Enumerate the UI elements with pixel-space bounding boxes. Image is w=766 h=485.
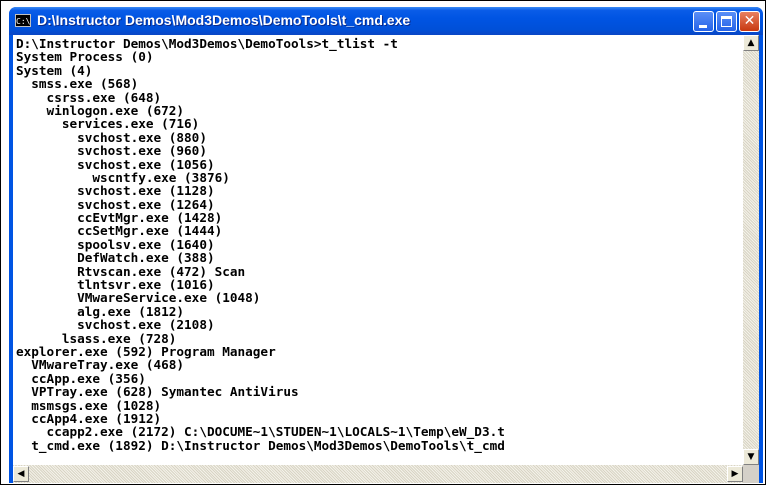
console-line: svchost.exe (1128) <box>16 183 215 199</box>
console-line: ccapp2.exe (2172) C:\DOCUME~1\STUDEN~1\L… <box>16 424 505 440</box>
console-line: tlntsvr.exe (1016) <box>16 277 215 293</box>
minimize-button[interactable] <box>693 11 714 32</box>
console-line: D:\Instructor Demos\Mod3Demos\DemoTools>… <box>16 36 398 51</box>
console-line: svchost.exe (2108) <box>16 317 215 333</box>
arrow-down-icon: ▼ <box>747 452 755 462</box>
maximize-button[interactable] <box>716 11 737 32</box>
arrow-right-icon: ▶ <box>731 469 739 479</box>
scrollbar-corner <box>743 465 759 483</box>
console-line: msmsgs.exe (1028) <box>16 397 162 413</box>
console-line: svchost.exe (960) <box>16 143 207 159</box>
console-line: svchost.exe (880) <box>16 129 207 145</box>
console-line: csrss.exe (648) <box>16 89 162 105</box>
console-line: svchost.exe (1056) <box>16 156 215 172</box>
console-line: ccApp.exe (356) <box>16 370 146 386</box>
arrow-left-icon: ◀ <box>17 469 25 479</box>
console-line: ccEvtMgr.exe (1428) <box>16 210 223 226</box>
window-title: D:\Instructor Demos\Mod3Demos\DemoTools\… <box>37 12 411 28</box>
console-output[interactable]: D:\Instructor Demos\Mod3Demos\DemoTools>… <box>13 35 743 465</box>
scroll-up-button[interactable]: ▲ <box>743 35 759 51</box>
console-line: DefWatch.exe (388) <box>16 250 215 266</box>
console-line: smss.exe (568) <box>16 76 139 92</box>
console-line: spoolsv.exe (1640) <box>16 236 215 252</box>
close-button[interactable]: ✕ <box>739 11 760 32</box>
minimize-icon <box>699 25 707 28</box>
maximize-icon <box>721 16 732 27</box>
console-line: wscntfy.exe (3876) <box>16 169 230 185</box>
cmd-window: C:\ D:\Instructor Demos\Mod3Demos\DemoTo… <box>9 7 763 483</box>
console-line: VPTray.exe (628) Symantec AntiVirus <box>16 384 299 400</box>
console-line: System Process (0) <box>16 49 154 65</box>
vertical-scrollbar[interactable]: ▲ ▼ <box>743 35 759 465</box>
horizontal-scrollbar[interactable]: ◀ ▶ <box>13 465 743 483</box>
console-line: lsass.exe (728) <box>16 330 177 346</box>
console-line: services.exe (716) <box>16 116 200 132</box>
close-icon: ✕ <box>743 13 756 29</box>
title-bar[interactable]: C:\ D:\Instructor Demos\Mod3Demos\DemoTo… <box>9 7 763 35</box>
console-line: alg.exe (1812) <box>16 303 185 319</box>
console-line: System (4) <box>16 62 93 78</box>
console-line: winlogon.exe (672) <box>16 102 185 118</box>
console-app-icon[interactable]: C:\ <box>15 14 31 27</box>
screenshot-frame: C:\ D:\Instructor Demos\Mod3Demos\DemoTo… <box>0 0 766 485</box>
console-line: VMwareTray.exe (468) <box>16 357 185 373</box>
console-line: explorer.exe (592) Program Manager <box>16 343 276 359</box>
console-line: ccApp4.exe (1912) <box>16 410 162 426</box>
console-line: Rtvscan.exe (472) Scan <box>16 263 246 279</box>
console-client-area: D:\Instructor Demos\Mod3Demos\DemoTools>… <box>13 35 759 483</box>
arrow-up-icon: ▲ <box>747 38 755 48</box>
console-line: ccSetMgr.exe (1444) <box>16 223 223 239</box>
scroll-right-button[interactable]: ▶ <box>727 466 743 482</box>
console-line: svchost.exe (1264) <box>16 196 215 212</box>
console-line: VMwareService.exe (1048) <box>16 290 261 306</box>
scroll-down-button[interactable]: ▼ <box>743 449 759 465</box>
scroll-left-button[interactable]: ◀ <box>13 466 29 482</box>
console-line: t_cmd.exe (1892) D:\Instructor Demos\Mod… <box>16 437 505 453</box>
console-text: D:\Instructor Demos\Mod3Demos\DemoTools>… <box>13 35 743 453</box>
